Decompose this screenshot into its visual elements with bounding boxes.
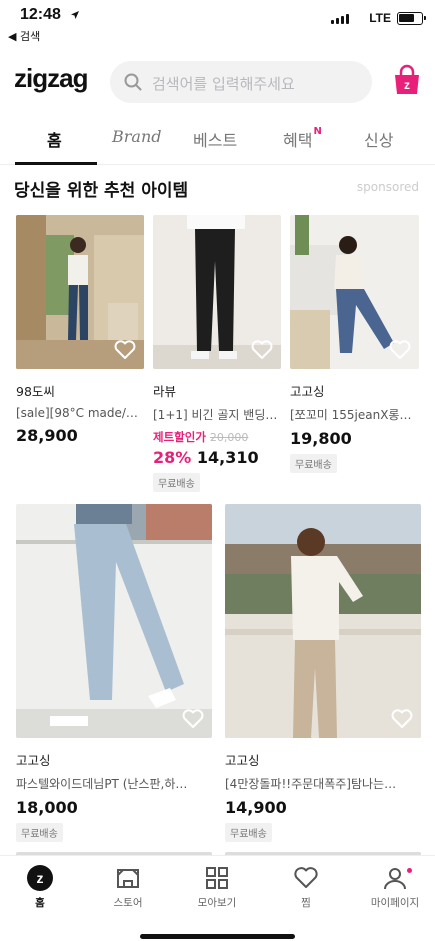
- product-image[interactable]: [225, 504, 421, 738]
- tab-home[interactable]: 홈: [47, 127, 62, 151]
- product-price: 18,000: [16, 798, 78, 817]
- app-header: zigzag 검색어를 입력해주세요 z: [0, 54, 435, 110]
- product-price-row: 28% 14,310: [153, 448, 281, 467]
- user-icon: [384, 868, 406, 890]
- product-price: 19,800: [290, 429, 352, 448]
- location-arrow-icon: [71, 11, 79, 19]
- svg-text:z: z: [37, 870, 44, 886]
- store-icon: [117, 869, 139, 888]
- status-bar: 12:48 ◀ 검색 LTE: [0, 0, 435, 44]
- heart-icon[interactable]: [182, 709, 204, 729]
- heart-icon: [294, 867, 318, 888]
- network-type: LTE: [369, 11, 391, 25]
- logo-text: zigzag: [14, 64, 88, 93]
- product-card[interactable]: 고고싱 [쪼꼬미 155jeanX롱… 19,800 무료배송: [290, 215, 419, 473]
- product-price: 28,900: [16, 426, 78, 445]
- back-to-search-link[interactable]: ◀ 검색: [8, 28, 40, 44]
- product-name: [4만장돌파!!주문대폭주]탐나는…: [225, 777, 397, 791]
- store-name: 고고싱: [16, 753, 51, 768]
- deal-label-text: 제트할인가: [153, 430, 206, 444]
- heart-icon[interactable]: [114, 340, 136, 360]
- product-image[interactable]: [290, 215, 419, 369]
- nav-label: 홈: [35, 897, 45, 909]
- home-indicator: [140, 934, 295, 939]
- free-shipping-badge: 무료배송: [225, 823, 272, 842]
- nav-mypage[interactable]: 마이페이지: [355, 864, 435, 910]
- product-name: [쪼꼬미 155jeanX롱…: [290, 408, 412, 422]
- product-card[interactable]: 고고싱 파스텔와이드데님PT (난스판,하… 18,000 무료배송: [16, 504, 212, 842]
- status-time: 12:48: [20, 6, 61, 23]
- nav-wishlist[interactable]: 찜: [266, 864, 346, 910]
- free-shipping-badge: 무료배송: [153, 473, 200, 492]
- store-name: 라뷰: [153, 384, 177, 399]
- sponsored-label: sponsored: [356, 180, 419, 194]
- product-card[interactable]: 고고싱 [4만장돌파!!주문대폭주]탐나는… 14,900 무료배송: [225, 504, 421, 842]
- tab-benefits-label: 혜택: [283, 131, 313, 150]
- heart-icon[interactable]: [391, 709, 413, 729]
- nav-label: 마이페이지: [370, 897, 420, 909]
- product-card[interactable]: 라뷰 [1+1] 비긴 골지 밴딩… 제트할인가 20,000 28% 14,31…: [153, 215, 281, 492]
- deal-label: 제트할인가 20,000: [153, 429, 281, 445]
- discount-rate: 28%: [153, 448, 192, 467]
- product-name: [sale][98°C made/2…: [16, 406, 144, 420]
- tab-best[interactable]: 베스트: [193, 127, 237, 151]
- search-placeholder: 검색어를 입력해주세요: [152, 75, 295, 93]
- product-name: [1+1] 비긴 골지 밴딩…: [153, 408, 278, 422]
- zigzag-home-icon: z: [27, 865, 53, 891]
- main-tabs: 홈 Brand 베스트 혜택N 신상: [0, 115, 435, 165]
- grid-icon: [206, 867, 228, 889]
- product-price: 14,900: [225, 798, 287, 817]
- signal-icon: [331, 14, 349, 24]
- search-input[interactable]: 검색어를 입력해주세요: [110, 61, 372, 103]
- store-name: 고고싱: [290, 384, 325, 399]
- product-name: 파스텔와이드데님PT (난스판,하…: [16, 777, 188, 791]
- search-icon: [124, 73, 142, 91]
- nav-store[interactable]: 스토어: [88, 864, 168, 910]
- heart-icon[interactable]: [389, 340, 411, 360]
- nav-collection[interactable]: 모아보기: [177, 864, 257, 910]
- svg-text:z: z: [404, 78, 410, 92]
- nav-label: 모아보기: [197, 897, 237, 909]
- tab-brand[interactable]: Brand: [112, 127, 162, 146]
- product-image[interactable]: [153, 215, 281, 369]
- new-badge: N: [313, 125, 322, 137]
- free-shipping-badge: 무료배송: [290, 454, 337, 473]
- bottom-navigation: z 홈 스토어 모아보기 찜 마이페이지: [0, 855, 435, 941]
- product-card[interactable]: 98도씨 [sale][98°C made/2… 28,900: [16, 215, 144, 445]
- free-shipping-badge: 무료배송: [16, 823, 63, 842]
- active-tab-indicator: [15, 162, 97, 165]
- product-image[interactable]: [16, 504, 212, 738]
- original-price: 20,000: [209, 431, 249, 444]
- zigzag-logo[interactable]: zigzag: [14, 63, 92, 102]
- nav-home[interactable]: z 홈: [0, 864, 80, 910]
- battery-icon: [397, 12, 426, 25]
- tab-benefits[interactable]: 혜택N: [283, 125, 322, 151]
- shopping-bag-icon[interactable]: z: [392, 64, 422, 100]
- nav-label: 찜: [301, 897, 311, 909]
- tab-new[interactable]: 신상: [364, 127, 393, 151]
- notification-dot: [407, 868, 412, 873]
- store-name: 고고싱: [225, 753, 260, 768]
- store-name: 98도씨: [16, 384, 55, 399]
- section-title: 당신을 위한 추천 아이템: [14, 181, 189, 201]
- nav-label: 스토어: [113, 897, 143, 909]
- heart-icon[interactable]: [251, 340, 273, 360]
- product-price: 14,310: [196, 448, 259, 467]
- product-image[interactable]: [16, 215, 144, 369]
